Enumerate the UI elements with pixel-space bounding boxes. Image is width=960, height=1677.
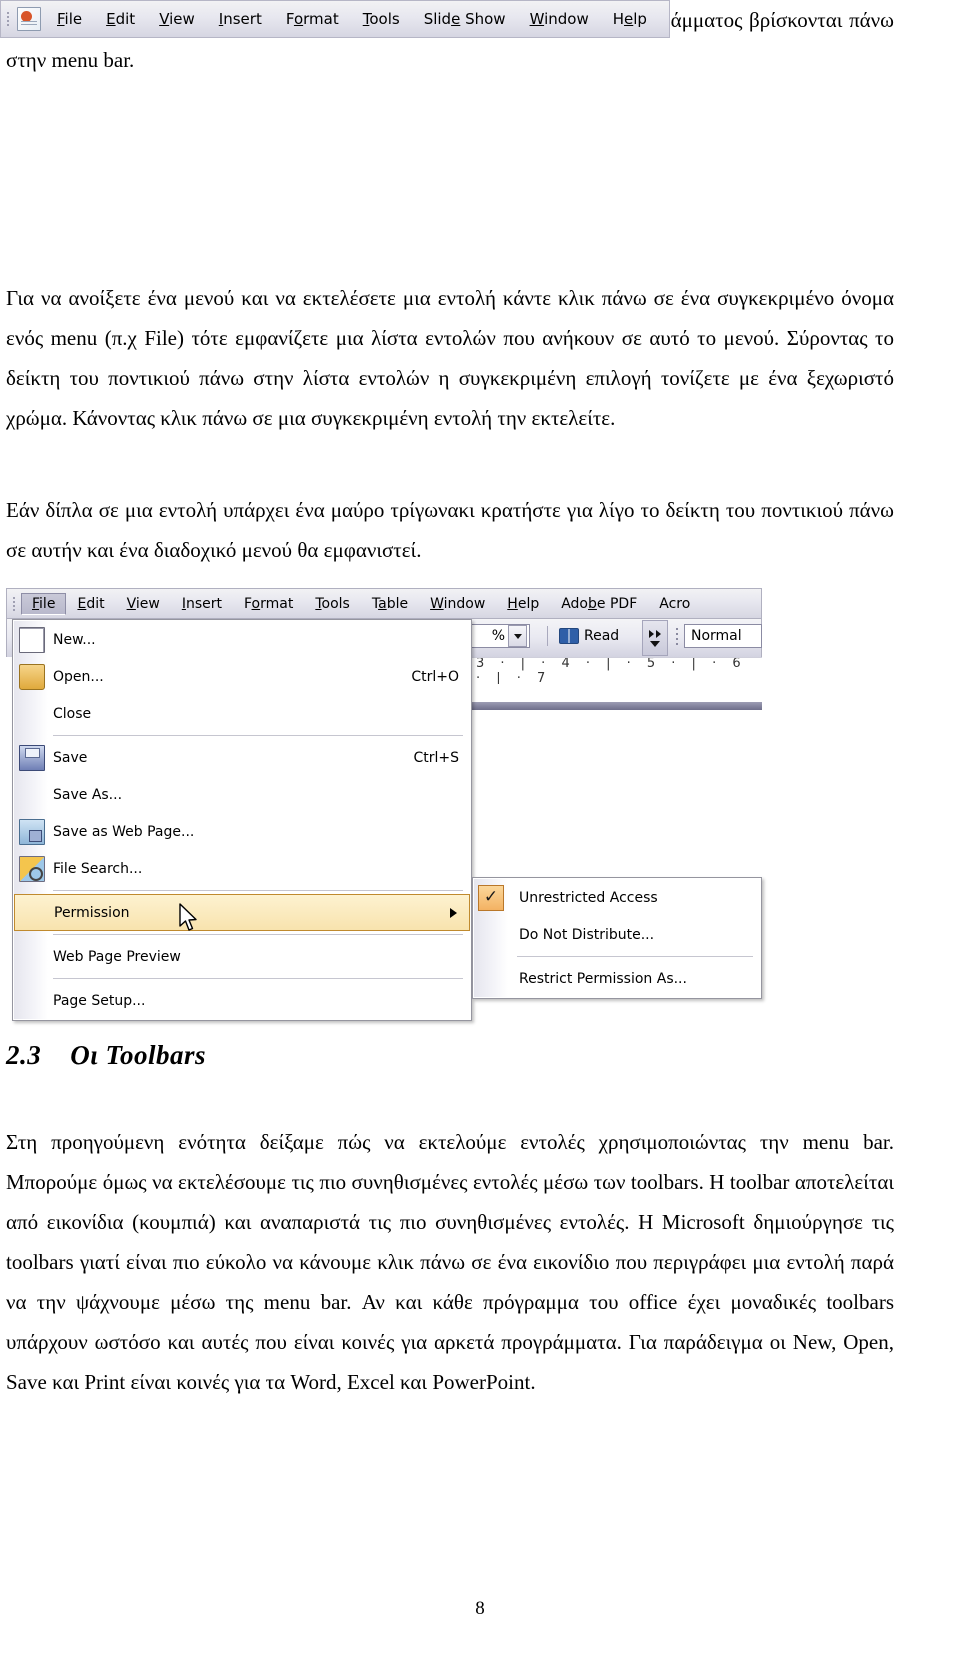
menu-separator bbox=[53, 934, 463, 935]
document-canvas-top bbox=[468, 684, 762, 702]
menu-item-label: Save bbox=[53, 749, 88, 766]
menu-item-tools[interactable]: Tools bbox=[304, 593, 361, 615]
zoom-combobox[interactable]: % bbox=[468, 624, 530, 648]
toolbar-gripper-icon[interactable] bbox=[674, 622, 680, 650]
open-folder-icon bbox=[19, 663, 45, 690]
menu-item-label: Close bbox=[53, 705, 92, 722]
paragraph-submenu-hint: Εάν δίπλα σε μια εντολή υπάρχει ένα μαύρ… bbox=[6, 498, 894, 562]
menu-item-window[interactable]: Window bbox=[419, 593, 496, 615]
menu-item-view[interactable]: View bbox=[116, 593, 171, 615]
powerpoint-menu-bar[interactable]: File Edit View Insert Format Tools Slide… bbox=[0, 0, 670, 38]
menu-item-insert[interactable]: Insert bbox=[171, 593, 233, 615]
menu-item-shortcut: Ctrl+S bbox=[413, 749, 459, 766]
floppy-disk-icon bbox=[19, 744, 45, 771]
paragraph-toolbars-body: Στη προηγούμενη ενότητα δείξαμε πώς να ε… bbox=[6, 1130, 894, 1394]
submenu-item-label: Unrestricted Access bbox=[519, 889, 658, 906]
submenu-arrow-icon bbox=[450, 907, 457, 918]
heading-title: Οι Toolbars bbox=[70, 1040, 207, 1070]
menu-item-label: Save as Web Page... bbox=[53, 823, 195, 840]
read-button[interactable]: Read bbox=[541, 624, 619, 648]
document-edge-band bbox=[468, 702, 762, 710]
permission-submenu[interactable]: ✓ Unrestricted Access Do Not Distribute.… bbox=[472, 877, 762, 999]
menu-item-format[interactable]: Format bbox=[274, 6, 351, 32]
toolbar-overflow-button[interactable] bbox=[642, 620, 668, 656]
menu-item-view[interactable]: View bbox=[147, 6, 207, 32]
menu-separator bbox=[53, 735, 463, 736]
book-icon bbox=[559, 628, 579, 644]
page-heading: 2.3 Οι Toolbars bbox=[6, 1040, 206, 1071]
submenu-item-unrestricted-access[interactable]: ✓ Unrestricted Access bbox=[473, 879, 761, 916]
new-document-icon bbox=[19, 626, 45, 653]
menu-item-label: Open... bbox=[53, 668, 104, 685]
chevron-down-icon bbox=[650, 640, 660, 647]
web-page-icon bbox=[19, 818, 45, 845]
menu-item-new[interactable]: New... bbox=[13, 621, 471, 658]
zoom-value: % bbox=[491, 628, 505, 644]
menu-item-format[interactable]: Format bbox=[233, 593, 304, 615]
menu-item-window[interactable]: Window bbox=[518, 6, 601, 32]
menu-item-file[interactable]: File bbox=[45, 6, 94, 32]
menu-item-label: Web Page Preview bbox=[53, 948, 181, 965]
menu-item-save-as[interactable]: Save As... bbox=[13, 776, 471, 813]
figure-powerpoint-menubar: File Edit View Insert Format Tools Slide… bbox=[0, 0, 670, 38]
page-number: 8 bbox=[475, 1598, 485, 1619]
menu-item-edit[interactable]: Edit bbox=[94, 6, 147, 32]
menu-item-adobe-pdf[interactable]: Adobe PDF bbox=[550, 593, 648, 615]
file-dropdown-menu[interactable]: New... Open... Ctrl+O Close Save Ctrl+S … bbox=[12, 619, 472, 1021]
menu-item-label: Save As... bbox=[53, 786, 123, 803]
menu-item-acrobat[interactable]: Acro bbox=[648, 593, 701, 615]
menu-separator bbox=[53, 890, 463, 891]
menu-item-page-setup[interactable]: Page Setup... bbox=[13, 982, 471, 1019]
paragraph-menu-usage: Για να ανοίξετε ένα μενού και να εκτελέσ… bbox=[6, 286, 894, 430]
menu-item-save[interactable]: Save Ctrl+S bbox=[13, 739, 471, 776]
menu-item-slide-show[interactable]: Slide Show bbox=[412, 6, 518, 32]
menu-item-help[interactable]: Help bbox=[601, 6, 659, 32]
submenu-item-label: Restrict Permission As... bbox=[519, 970, 687, 987]
checkmark-icon: ✓ bbox=[478, 884, 504, 911]
menu-item-close[interactable]: Close bbox=[13, 695, 471, 732]
menu-item-open[interactable]: Open... Ctrl+O bbox=[13, 658, 471, 695]
heading-number: 2.3 bbox=[6, 1040, 42, 1070]
menu-item-label: Permission bbox=[54, 904, 130, 921]
menu-item-edit[interactable]: Edit bbox=[66, 593, 115, 615]
menu-item-permission[interactable]: Permission bbox=[14, 894, 470, 931]
submenu-item-label: Do Not Distribute... bbox=[519, 926, 655, 943]
document-page: και δουλεύετε μέσα στο πρόγραμμα σας. Βα… bbox=[0, 0, 960, 1677]
menu-item-label: Page Setup... bbox=[53, 992, 146, 1009]
style-combobox[interactable]: Normal bbox=[684, 624, 762, 648]
menu-item-web-page-preview[interactable]: Web Page Preview bbox=[13, 938, 471, 975]
menu-item-label: File Search... bbox=[53, 860, 143, 877]
menu-separator bbox=[517, 956, 753, 957]
menu-item-shortcut: Ctrl+O bbox=[411, 668, 459, 685]
read-label: Read bbox=[584, 628, 620, 644]
file-search-icon bbox=[19, 855, 45, 882]
horizontal-ruler[interactable]: 3 · | · 4 · | · 5 · | · 6 · | · 7 bbox=[468, 657, 762, 684]
menu-item-table[interactable]: Table bbox=[361, 593, 419, 615]
menu-item-tools[interactable]: Tools bbox=[351, 6, 412, 32]
menu-item-file[interactable]: File bbox=[21, 592, 67, 615]
word-menu-bar[interactable]: File Edit View Insert Format Tools Table… bbox=[6, 588, 762, 619]
submenu-item-restrict-permission-as[interactable]: Restrict Permission As... bbox=[473, 960, 761, 997]
figure-word-file-menu: % Read Normal 3 · | · 4 · | · 5 · | · 6 … bbox=[6, 588, 762, 1021]
toolbar-gripper-icon[interactable] bbox=[9, 595, 18, 613]
menu-item-help[interactable]: Help bbox=[496, 593, 550, 615]
toolbar-gripper-icon[interactable] bbox=[3, 10, 12, 28]
toolbar-separator bbox=[547, 626, 548, 646]
menu-item-label: New... bbox=[53, 631, 96, 648]
submenu-item-do-not-distribute[interactable]: Do Not Distribute... bbox=[473, 916, 761, 953]
menu-item-file-search[interactable]: File Search... bbox=[13, 850, 471, 887]
style-value: Normal bbox=[691, 628, 742, 644]
menu-item-save-as-web-page[interactable]: Save as Web Page... bbox=[13, 813, 471, 850]
menu-item-insert[interactable]: Insert bbox=[207, 6, 274, 32]
chevron-down-icon[interactable] bbox=[508, 625, 527, 647]
powerpoint-document-icon bbox=[17, 7, 41, 31]
menu-separator bbox=[53, 978, 463, 979]
double-chevron-right-icon bbox=[649, 629, 661, 638]
